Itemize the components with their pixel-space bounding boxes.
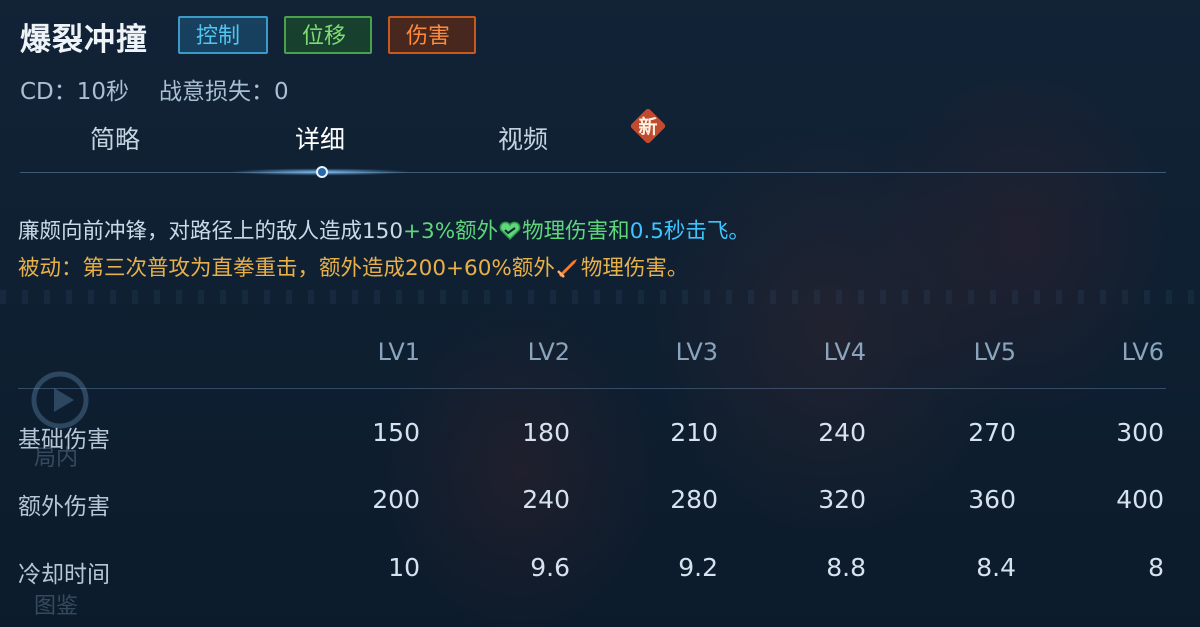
desc-knockup-text: 0.5秒击飞 bbox=[629, 219, 729, 244]
level-header-1: LV1 bbox=[377, 338, 420, 366]
table-cell: 150 bbox=[372, 418, 420, 447]
table-cell: 200 bbox=[372, 485, 420, 514]
tag-control: 控制 bbox=[178, 16, 268, 54]
row-label-cooldown: 冷却时间 bbox=[18, 562, 110, 588]
passive-text: 被动：第三次普攻为直拳重击，额外造成200+60%额外 bbox=[18, 256, 555, 281]
side-item-gallery: 图鉴 bbox=[34, 594, 79, 619]
row-label-extra-damage: 额外伤害 bbox=[18, 494, 110, 520]
tab-video[interactable]: 视频 bbox=[498, 120, 548, 156]
table-cell: 240 bbox=[818, 418, 866, 447]
sword-icon bbox=[556, 259, 577, 278]
tab-divider bbox=[20, 172, 1166, 173]
level-header-6: LV6 bbox=[1121, 338, 1164, 366]
desc-bonus-text: +3%额外 bbox=[403, 219, 499, 244]
table-cell: 10 bbox=[388, 553, 420, 582]
table-cell: 280 bbox=[670, 485, 718, 514]
heart-icon bbox=[499, 221, 521, 241]
level-header-3: LV3 bbox=[675, 338, 718, 366]
skill-stats: CD：10秒 战意损失：0 bbox=[20, 72, 289, 106]
lose-text: 战意损失：0 bbox=[159, 79, 289, 105]
passive-end-text: 物理伤害。 bbox=[580, 256, 689, 281]
table-cell: 9.6 bbox=[530, 553, 570, 582]
tab-active-dot bbox=[316, 166, 328, 178]
table-cell: 9.2 bbox=[678, 553, 718, 582]
table-cell: 210 bbox=[670, 418, 718, 447]
skill-title: 爆裂冲撞 bbox=[20, 22, 148, 58]
tag-move: 位移 bbox=[284, 16, 372, 54]
desc-base-text: 廉颇向前冲锋，对路径上的敌人造成150 bbox=[18, 219, 404, 244]
table-cell: 8.8 bbox=[826, 553, 866, 582]
desc-end-text: 。 bbox=[728, 219, 750, 244]
new-badge: 新 bbox=[629, 107, 667, 145]
table-cell: 400 bbox=[1116, 485, 1164, 514]
cooldown-text: CD：10秒 bbox=[20, 79, 130, 105]
tab-detail[interactable]: 详细 bbox=[295, 120, 345, 156]
tag-damage: 伤害 bbox=[388, 16, 476, 54]
new-badge-label: 新 bbox=[638, 116, 658, 138]
level-header-2: LV2 bbox=[527, 338, 570, 366]
desc-physical-text: 物理伤害和 bbox=[522, 219, 630, 244]
table-cell: 320 bbox=[818, 485, 866, 514]
table-cell: 8.4 bbox=[976, 553, 1016, 582]
level-header-4: LV4 bbox=[823, 338, 866, 366]
row-label-base-damage: 基础伤害 bbox=[18, 427, 110, 453]
description-line-2: 被动：第三次普攻为直拳重击，额外造成200+60%额外 物理伤害。 bbox=[18, 251, 688, 282]
tab-brief[interactable]: 简略 bbox=[90, 120, 140, 156]
table-cell: 240 bbox=[522, 485, 570, 514]
table-cell: 300 bbox=[1116, 418, 1164, 447]
table-cell: 8 bbox=[1148, 553, 1164, 582]
description-line-1: 廉颇向前冲锋，对路径上的敌人造成150+3%额外 物理伤害和0.5秒击飞。 bbox=[18, 214, 750, 245]
table-cell: 180 bbox=[522, 418, 570, 447]
table-divider bbox=[18, 388, 1166, 389]
level-header-5: LV5 bbox=[973, 338, 1016, 366]
table-cell: 270 bbox=[968, 418, 1016, 447]
table-cell: 360 bbox=[968, 485, 1016, 514]
